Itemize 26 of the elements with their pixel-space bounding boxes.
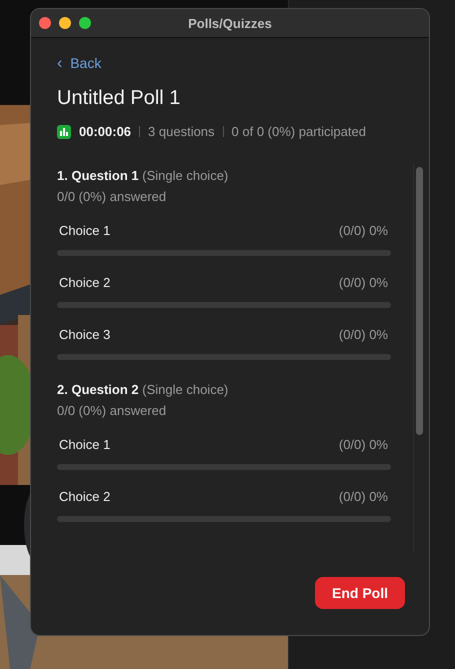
question-title: 1. Question 1 (Single choice) bbox=[57, 168, 230, 183]
choice-result: (0/0) 0% bbox=[338, 437, 388, 452]
choice-label: Choice 2 bbox=[59, 489, 110, 504]
close-icon[interactable] bbox=[39, 17, 51, 29]
question-title: 2. Question 2 (Single choice) bbox=[57, 382, 230, 397]
choice-label: Choice 1 bbox=[59, 437, 110, 452]
choice-label: Choice 3 bbox=[59, 327, 110, 342]
end-poll-button[interactable]: End Poll bbox=[315, 577, 405, 609]
choice-result: (0/0) 0% bbox=[338, 223, 388, 238]
timer: 00:00:06 bbox=[79, 124, 132, 139]
choice-label: Choice 2 bbox=[59, 275, 110, 290]
bar-chart-icon bbox=[57, 124, 71, 138]
answered-count: 0/0 (0%) answered bbox=[57, 403, 168, 418]
minimize-icon[interactable] bbox=[59, 17, 71, 29]
scrollbar[interactable] bbox=[413, 163, 425, 551]
participation-summary: 0 of 0 (0%) participated bbox=[232, 124, 366, 139]
choice-result: (0/0) 0% bbox=[338, 327, 388, 342]
window-title: Polls/Quizzes bbox=[188, 16, 272, 30]
back-link[interactable]: ‹ Back bbox=[57, 55, 102, 73]
zoom-icon[interactable] bbox=[79, 17, 91, 29]
question-count: 3 questions bbox=[148, 124, 215, 139]
choice-result: (0/0) 0% bbox=[338, 489, 388, 504]
choice-result: (0/0) 0% bbox=[338, 275, 388, 290]
answered-count: 0/0 (0%) answered bbox=[57, 189, 168, 204]
choice-label: Choice 1 bbox=[59, 223, 110, 238]
poll-title: Untitled Poll 1 bbox=[57, 87, 182, 110]
